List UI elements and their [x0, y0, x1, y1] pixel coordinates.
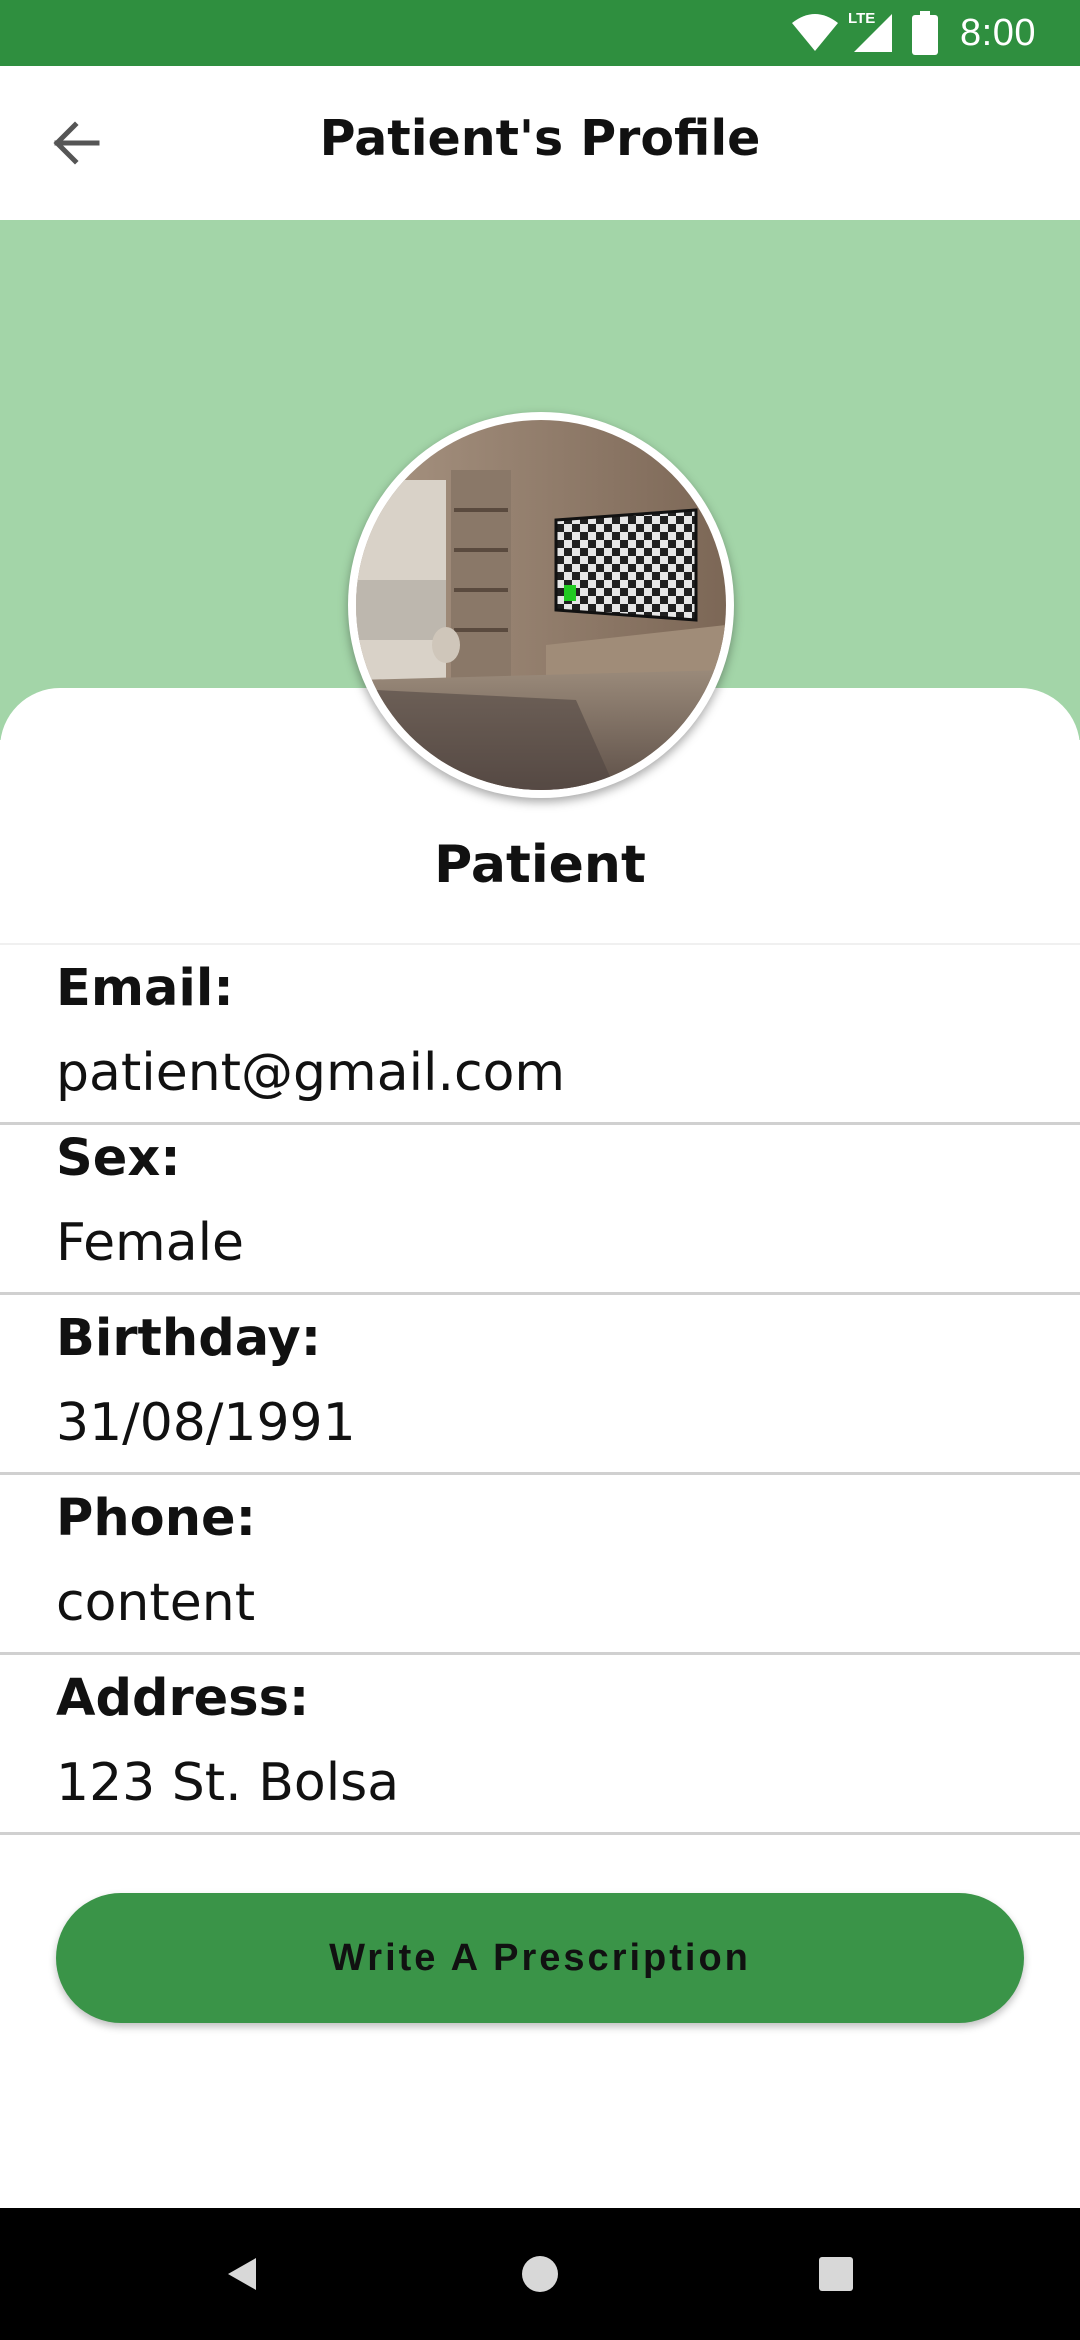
battery-icon	[912, 11, 939, 55]
app-bar: Patient's Profile	[0, 66, 1080, 220]
birthday-label: Birthday:	[56, 1309, 322, 1368]
system-nav-bar	[0, 2208, 1080, 2340]
nav-recents-button[interactable]	[804, 2242, 868, 2306]
page-title: Patient's Profile	[319, 110, 761, 167]
divider	[0, 1832, 1080, 1835]
email-label: Email:	[56, 959, 234, 1018]
profile-photo	[356, 420, 726, 790]
lte-signal-icon: LTE	[848, 10, 894, 54]
phone-row: Phone: content	[0, 1475, 1080, 1655]
back-triangle-icon	[228, 2258, 256, 2290]
network-label: LTE	[848, 10, 876, 27]
write-prescription-button[interactable]: Write A Prescription	[56, 1893, 1024, 2023]
sex-value: Female	[56, 1213, 245, 1273]
recents-square-icon	[819, 2257, 853, 2291]
clock: 8:00	[960, 11, 1036, 54]
status-bar: LTE 8:00	[0, 0, 1080, 66]
sex-label: Sex:	[56, 1129, 181, 1188]
status-icons: LTE 8:00	[790, 0, 1036, 66]
nav-back-button[interactable]	[210, 2242, 274, 2306]
email-row: Email: patient@gmail.com	[0, 945, 1080, 1125]
phone-value: content	[56, 1573, 256, 1633]
home-circle-icon	[522, 2256, 558, 2292]
address-row: Address: 123 St. Bolsa	[0, 1655, 1080, 1835]
address-value: 123 St. Bolsa	[56, 1753, 400, 1813]
phone-label: Phone:	[56, 1489, 257, 1548]
avatar[interactable]	[348, 412, 734, 798]
nav-home-button[interactable]	[508, 2242, 572, 2306]
sex-row: Sex: Female	[0, 1115, 1080, 1295]
birthday-row: Birthday: 31/08/1991	[0, 1295, 1080, 1475]
email-value: patient@gmail.com	[56, 1043, 566, 1103]
patient-name: Patient	[434, 835, 646, 895]
birthday-value: 31/08/1991	[56, 1393, 356, 1453]
address-label: Address:	[56, 1669, 310, 1728]
wifi-icon	[792, 14, 839, 51]
